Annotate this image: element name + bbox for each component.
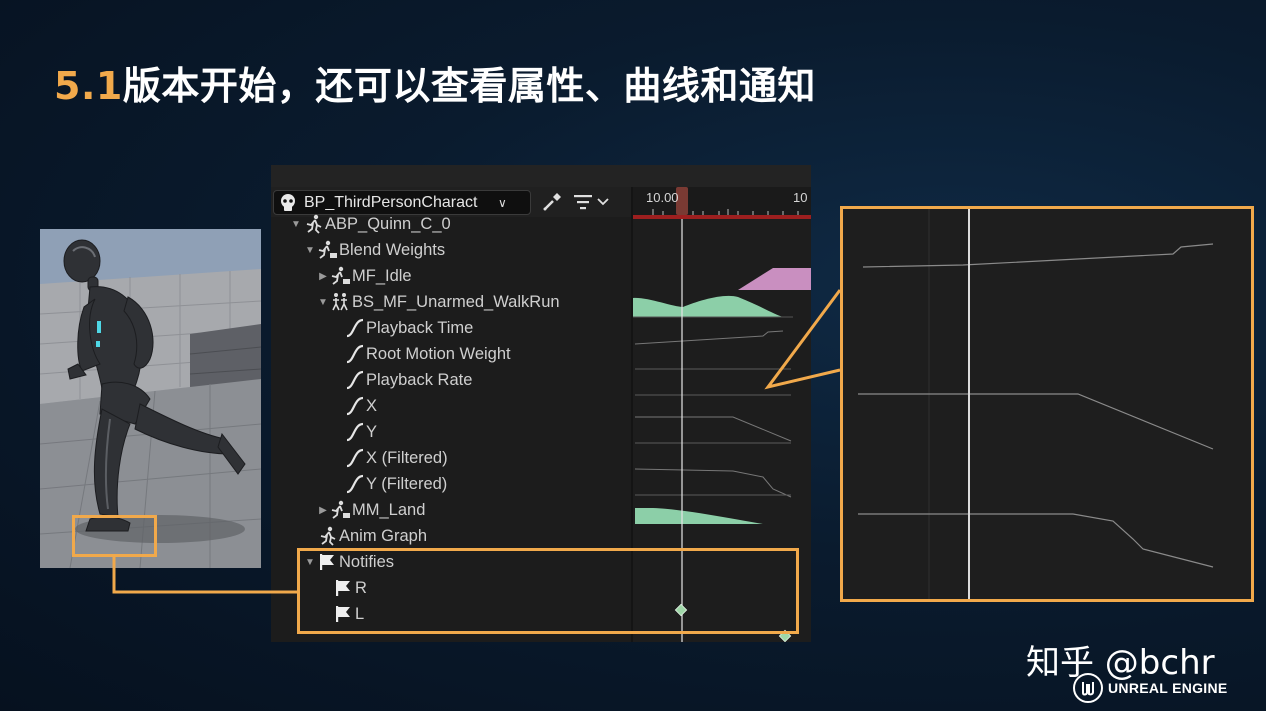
tree-row-blend-weights[interactable]: ▼ Blend Weights	[303, 237, 445, 263]
tree-row-curve[interactable]: Playback Rate	[344, 367, 472, 393]
notify-marker-l	[778, 629, 792, 642]
tree-row-label: ABP_Quinn_C_0	[325, 214, 451, 233]
unreal-engine-text: UNREAL ENGINE	[1108, 680, 1228, 696]
tree-row-label: X	[366, 396, 378, 415]
collapse-arrow-icon[interactable]: ▶	[316, 271, 330, 282]
skull-icon	[281, 193, 295, 211]
curve-x-filtered	[634, 468, 792, 498]
title-number: 5.1	[54, 64, 123, 108]
collapse-arrow-icon[interactable]: ▶	[316, 505, 330, 516]
anim-run-icon	[303, 214, 325, 234]
tree-row-notifies[interactable]: ▼ Notifies	[303, 549, 394, 575]
tree-row-label: Blend Weights	[339, 240, 446, 259]
flag-icon	[333, 604, 355, 624]
curve-icon	[344, 344, 366, 364]
track-tree: ▼ ABP_Quinn_C_0 ▼ Blend Weights ▶ MF_Idl…	[271, 215, 631, 642]
curve-x	[635, 416, 792, 442]
tree-row-label: MM_Land	[352, 500, 426, 519]
blend-weight-idle	[738, 268, 811, 290]
tree-row-label: Notifies	[339, 552, 395, 571]
curve-icon	[344, 474, 366, 494]
flag-icon	[333, 578, 355, 598]
slide-title: 5.1版本开始，还可以查看属性、曲线和通知	[54, 55, 816, 110]
tree-row-notify-r[interactable]: R	[333, 575, 367, 601]
blend-weight-walkrun	[633, 295, 783, 317]
zoomed-curves-panel	[840, 206, 1254, 602]
curve-icon	[344, 370, 366, 390]
anim-sequence-icon	[330, 500, 352, 520]
tree-row-label: MF_Idle	[352, 266, 412, 285]
filter-icon[interactable]	[573, 193, 611, 216]
anim-sequence-icon	[330, 266, 352, 286]
expand-arrow-icon[interactable]: ▼	[303, 557, 317, 568]
timeline-tracks[interactable]: 10.00 10	[633, 187, 811, 642]
foot-highlight-box	[72, 515, 157, 557]
unreal-engine-logo: UNREAL ENGINE	[1072, 672, 1228, 704]
curve-icon	[344, 318, 366, 338]
flag-icon	[317, 552, 339, 572]
tree-row-label: Y (Filtered)	[366, 474, 448, 493]
track-curves	[633, 219, 811, 642]
tree-row-curve[interactable]: Y (Filtered)	[344, 471, 447, 497]
time-ruler[interactable]: 10.00 10	[633, 187, 811, 219]
tree-row-label: L	[355, 604, 365, 623]
tree-row-curve[interactable]: Y	[344, 419, 377, 445]
expand-arrow-icon[interactable]: ▼	[303, 245, 317, 256]
curve-icon	[344, 396, 366, 416]
rewind-debugger-panel: BP_ThirdPersonCharact ∨ ▼ ABP_Quinn_C_0 …	[271, 165, 811, 642]
tree-row-label: Anim Graph	[339, 526, 428, 545]
tree-row-curve[interactable]: Root Motion Weight	[344, 341, 511, 367]
unreal-logo-icon	[1073, 673, 1103, 703]
eyedropper-icon[interactable]	[541, 191, 563, 218]
anim-run-icon	[317, 526, 339, 546]
tree-row-label: X (Filtered)	[366, 448, 448, 467]
tree-row-abp-quinn[interactable]: ▼ ABP_Quinn_C_0	[289, 211, 451, 237]
zoomed-curves	[858, 209, 1214, 599]
expand-arrow-icon[interactable]: ▼	[289, 219, 303, 230]
tree-row-curve[interactable]: X (Filtered)	[344, 445, 448, 471]
tree-row-mf-idle[interactable]: ▶ MF_Idle	[316, 263, 412, 289]
tree-row-mm-land[interactable]: ▶ MM_Land	[316, 497, 425, 523]
panel-top-bar	[271, 165, 811, 187]
blueprint-selector-label: BP_ThirdPersonCharact	[304, 193, 478, 211]
curve-icon	[344, 422, 366, 442]
expand-arrow-icon[interactable]: ▼	[316, 297, 330, 308]
tree-row-notify-l[interactable]: L	[333, 601, 364, 627]
anim-blend-icon	[317, 240, 339, 260]
tree-row-label: Root Motion Weight	[366, 344, 511, 363]
tree-row-anim-graph[interactable]: Anim Graph	[317, 523, 427, 549]
tree-row-bs-walkrun[interactable]: ▼ BS_MF_Unarmed_WalkRun	[316, 289, 560, 315]
tree-row-curve[interactable]: X	[344, 393, 377, 419]
tree-row-label: BS_MF_Unarmed_WalkRun	[352, 292, 560, 311]
tree-row-label: Playback Rate	[366, 370, 473, 389]
notify-marker-r	[674, 603, 688, 617]
chevron-down-icon: ∨	[498, 195, 507, 210]
blend-weight-land	[635, 508, 763, 524]
tree-row-label: Playback Time	[366, 318, 474, 337]
title-text: 版本开始，还可以查看属性、曲线和通知	[122, 64, 816, 108]
tree-row-curve[interactable]: Playback Time	[344, 315, 473, 341]
blendspace-icon	[330, 292, 352, 312]
curve-playback-time	[634, 330, 784, 345]
tree-row-label: R	[355, 578, 367, 597]
curve-icon	[344, 448, 366, 468]
tree-row-label: Y	[366, 422, 378, 441]
